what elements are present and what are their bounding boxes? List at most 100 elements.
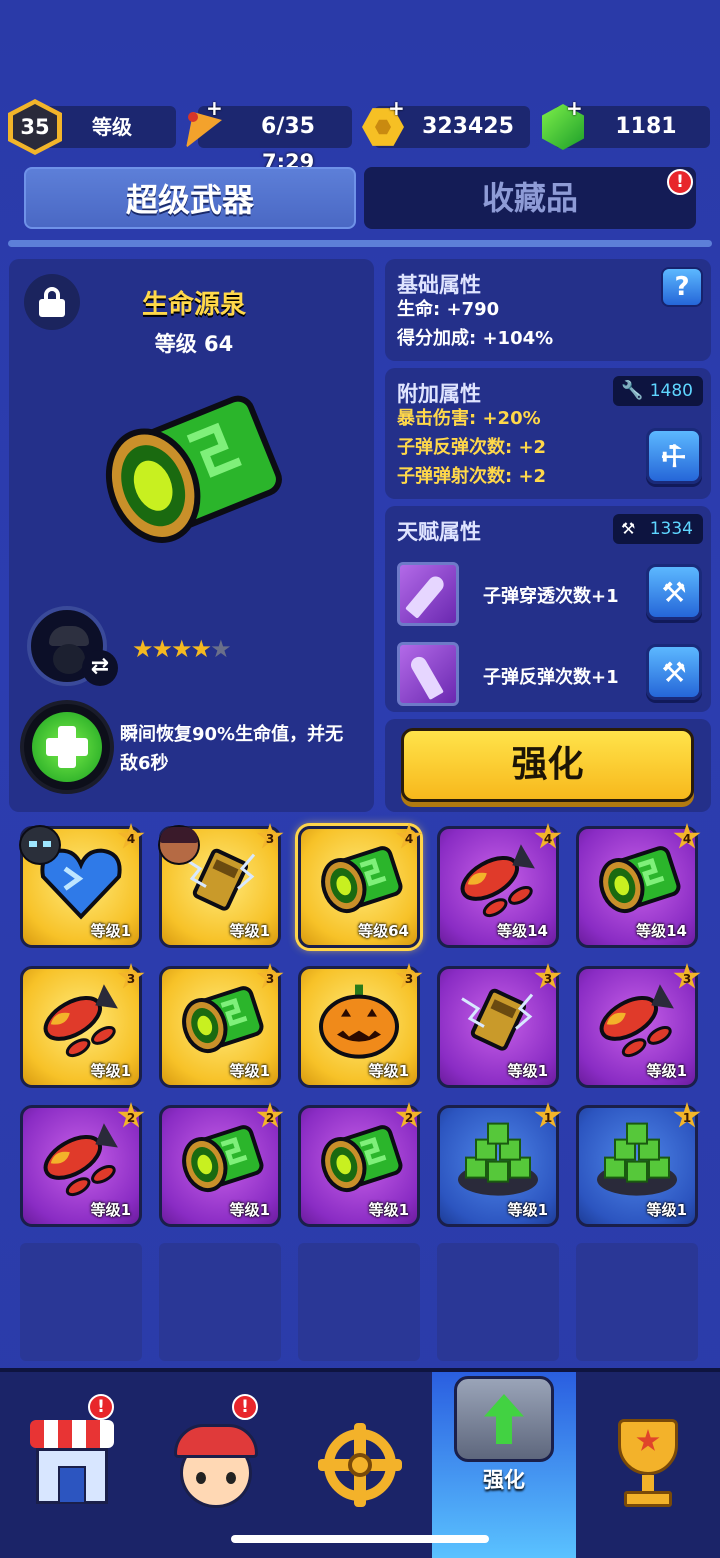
item-level: 等级 64: [154, 332, 234, 356]
empty-slot: [159, 1243, 281, 1361]
inventory-card-bolt[interactable]: 3 等级1: [158, 823, 284, 948]
swap-hero-icon[interactable]: ⇄: [82, 650, 118, 686]
inventory-card-rocket[interactable]: 2 等级1: [20, 1102, 145, 1227]
extra-attr-crit: 暴击伤害: +20%: [397, 408, 541, 429]
cubes-icon: [452, 1118, 544, 1206]
shop-alert-icon: !: [88, 1394, 114, 1420]
tab-super-weapon[interactable]: 超级武器: [24, 167, 356, 229]
empty-star-icon: ★: [210, 635, 231, 663]
extra-cost-badge: 🔧 1480: [613, 376, 703, 406]
bolt-icon: [452, 979, 544, 1067]
inventory-card-bolt[interactable]: 3 等级1: [437, 963, 562, 1088]
card-level: 等级1: [229, 1062, 270, 1080]
reroll-talent-1-button[interactable]: ⚒: [646, 564, 702, 620]
inventory-card-cubes[interactable]: 1 等级1: [576, 1102, 701, 1227]
inventory-card-pumpkin[interactable]: 3 等级1: [298, 963, 423, 1088]
inventory-card-rocket[interactable]: 3 等级1: [20, 963, 145, 1088]
talent-cost-badge: ⚒ 1334: [613, 514, 703, 544]
tube-icon: [313, 839, 405, 927]
inventory-card-rocket[interactable]: 3 等级1: [576, 963, 701, 1088]
star-icon: ★★★★: [132, 635, 212, 663]
inventory-card-heart[interactable]: 4 等级1: [19, 823, 145, 948]
card-level: 等级1: [90, 922, 131, 940]
lock-icon[interactable]: [24, 274, 80, 330]
talent-attributes-panel: 天赋属性 ⚒ 1334 子弹穿透次数+1 ⚒ 子弹反弹次数+1 ⚒: [385, 506, 711, 712]
enhance-button[interactable]: 强化: [401, 728, 694, 802]
pumpkin-icon: [313, 979, 405, 1067]
card-level: 等级1: [507, 1062, 548, 1080]
card-level: 等级1: [90, 1201, 131, 1219]
girl-portrait-icon: [158, 825, 200, 865]
rocket-icon: [35, 979, 127, 1067]
life-spring-tube-icon: [94, 390, 294, 570]
add-energy-icon[interactable]: +: [206, 98, 224, 118]
heal-skill-icon[interactable]: [20, 700, 114, 794]
home-indicator: [231, 1535, 489, 1543]
nav-battle[interactable]: [288, 1372, 432, 1558]
tube-icon: [313, 1118, 405, 1206]
rocket-icon: [591, 979, 683, 1067]
base-attributes-panel: 基础属性 生命: +790 得分加成: +104% ?: [385, 259, 711, 361]
rocket-icon: [452, 839, 544, 927]
wrench-icon: 🔧: [621, 380, 644, 401]
inventory-card-tube[interactable]: 2 等级1: [298, 1102, 423, 1227]
reroll-extra-button[interactable]: ⚒: [646, 428, 702, 484]
hero-cap-icon: [49, 626, 89, 646]
tube-icon: [591, 839, 683, 927]
inventory-card-tube[interactable]: 3 等级1: [159, 963, 284, 1088]
hammer-icon: ⚒: [621, 519, 636, 538]
target-icon: [318, 1423, 402, 1507]
item-stars: ★★★★★: [132, 635, 232, 663]
pizza-topping-icon: [188, 112, 198, 122]
talent-attributes-title: 天赋属性: [397, 520, 481, 544]
skill-description: 瞬间恢复90%生命值，并无敌6秒: [120, 724, 344, 774]
reroll-talent-2-button[interactable]: ⚒: [646, 644, 702, 700]
hero-icon: [174, 1420, 258, 1510]
inventory-card-tube[interactable]: 4 等级64: [298, 823, 423, 948]
card-level: 等级1: [90, 1062, 131, 1080]
level-number: 35: [13, 104, 57, 150]
upgrade-icon: [454, 1372, 554, 1468]
nav-upgrade[interactable]: 强化: [432, 1372, 576, 1558]
card-level: 等级14: [636, 922, 687, 940]
nav-hero[interactable]: [144, 1372, 288, 1558]
inventory-card-rocket[interactable]: 4 等级14: [437, 823, 562, 948]
nav-shop[interactable]: [0, 1372, 144, 1558]
add-coins-icon[interactable]: +: [388, 98, 406, 118]
extra-attr-ricochet: 子弹弹射次数: +2: [397, 466, 547, 487]
extra-attr-bounce: 子弹反弹次数: +2: [397, 437, 547, 458]
tube-icon: [174, 979, 266, 1067]
empty-slot: [298, 1243, 420, 1361]
add-gems-icon[interactable]: +: [566, 98, 584, 118]
hammer-icon: ⚒: [661, 575, 687, 609]
empty-slot: [576, 1243, 698, 1361]
talent-pierce-label: 子弹穿透次数+1: [483, 586, 619, 607]
inventory-card-cubes[interactable]: 1 等级1: [437, 1102, 562, 1227]
wrench-icon: ⚒: [653, 435, 695, 477]
cubes-icon: [591, 1118, 683, 1206]
tab-collectibles[interactable]: 收藏品: [364, 167, 696, 229]
help-button[interactable]: ?: [661, 267, 703, 307]
collectibles-alert-icon: !: [667, 169, 693, 195]
empty-slot: [20, 1243, 142, 1361]
base-attr-hp: 生命: +790: [397, 299, 500, 320]
card-level: 等级1: [368, 1062, 409, 1080]
card-level: 等级14: [497, 922, 548, 940]
empty-slot: [437, 1243, 559, 1361]
card-level: 等级64: [358, 922, 409, 940]
talent-bounce-label: 子弹反弹次数+1: [483, 667, 619, 688]
nav-upgrade-label: 强化: [483, 1468, 525, 1492]
cat-portrait-icon: [19, 825, 61, 865]
trophy-icon: [606, 1419, 690, 1511]
tab-underline: [8, 240, 712, 247]
inventory-card-tube[interactable]: 4 等级14: [576, 823, 701, 948]
card-level: 等级1: [646, 1062, 687, 1080]
card-level: 等级1: [229, 922, 270, 940]
shop-icon: [30, 1420, 114, 1510]
hammer-icon: ⚒: [661, 655, 687, 689]
inventory-card-tube[interactable]: 2 等级1: [159, 1102, 284, 1227]
rocket-icon: [35, 1118, 127, 1206]
item-name: 生命源泉: [141, 290, 246, 320]
nav-trophy[interactable]: [576, 1372, 720, 1558]
card-level: 等级1: [507, 1201, 548, 1219]
